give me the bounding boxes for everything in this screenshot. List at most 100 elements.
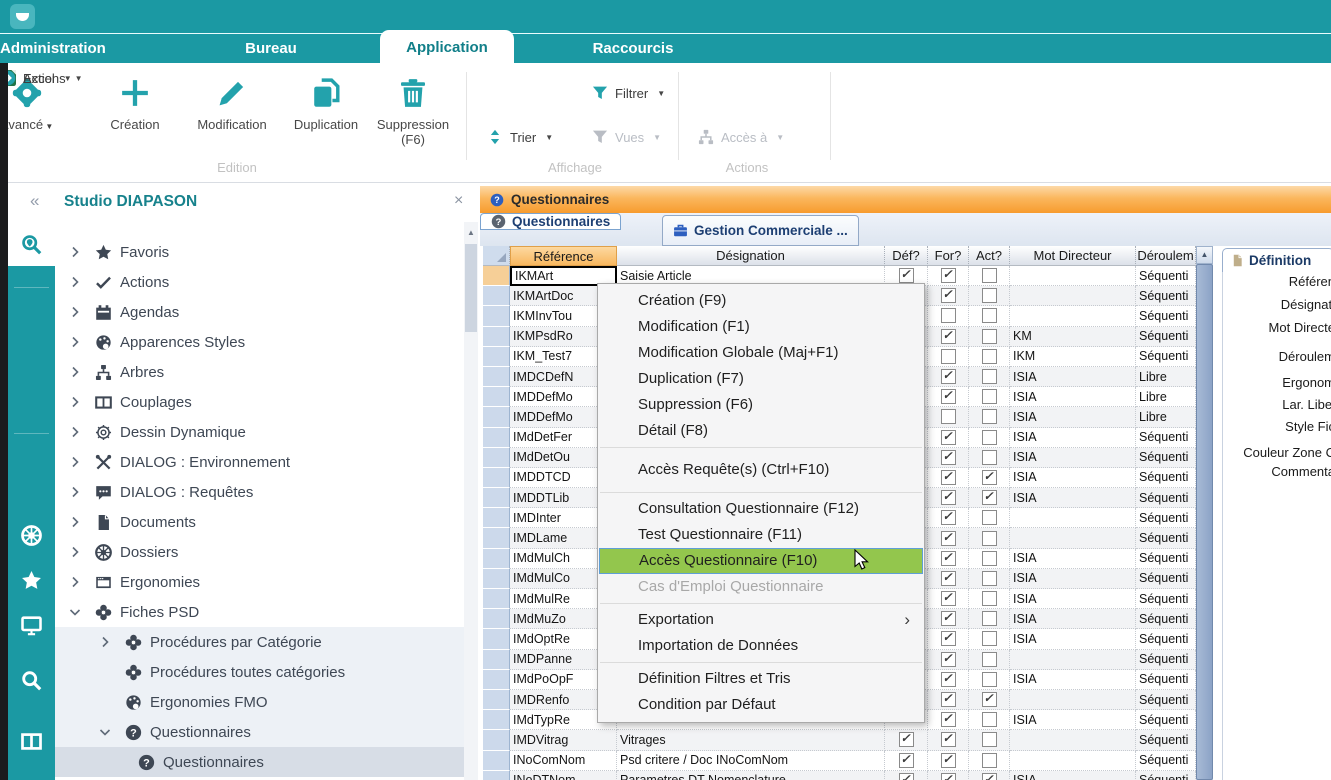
cell-for[interactable] — [928, 327, 969, 347]
ribbon-small-button[interactable]: Vues — [592, 122, 661, 152]
checkbox[interactable] — [941, 551, 956, 566]
row-selector[interactable] — [483, 710, 510, 730]
cell-deroulement[interactable]: Séquenti — [1136, 488, 1196, 508]
tree-item[interactable]: Actions — [55, 267, 464, 297]
checkbox[interactable] — [941, 510, 956, 525]
cell-deroulement[interactable]: Séquenti — [1136, 528, 1196, 548]
context-menu-item[interactable] — [600, 662, 922, 663]
cell-mot-directeur[interactable]: ISIA — [1010, 710, 1136, 730]
cell-deroulement[interactable]: Séquenti — [1136, 751, 1196, 771]
row-selector[interactable] — [483, 609, 510, 629]
cell-mot-directeur[interactable]: ISIA — [1010, 589, 1136, 609]
checkbox[interactable] — [941, 288, 956, 303]
context-menu-item[interactable]: Condition par Défaut — [598, 692, 924, 718]
row-selector[interactable] — [483, 589, 510, 609]
row-selector[interactable] — [483, 367, 510, 387]
cell-mot-directeur[interactable] — [1010, 266, 1136, 286]
cell-act[interactable] — [969, 528, 1010, 548]
checkbox[interactable] — [941, 409, 956, 424]
cell-mot-directeur[interactable]: ISIA — [1010, 468, 1136, 488]
checkbox[interactable] — [941, 692, 956, 707]
column-header-reference[interactable]: Référence — [510, 246, 617, 266]
cell-act[interactable] — [969, 771, 1010, 780]
checkbox[interactable] — [982, 753, 997, 768]
tree-item[interactable]: Procédures toutes catégories — [55, 657, 464, 687]
scrollbar-thumb[interactable] — [1196, 264, 1213, 780]
cell-deroulement[interactable]: Séquenti — [1136, 730, 1196, 750]
cell-for[interactable] — [928, 468, 969, 488]
table-row[interactable]: INoComNom Psd critere / Doc INoComNom Sé… — [483, 751, 1196, 771]
ribbon-tab[interactable]: Bureau — [206, 34, 336, 63]
cell-def[interactable] — [885, 751, 928, 771]
cell-deroulement[interactable]: Séquenti — [1136, 609, 1196, 629]
cell-for[interactable] — [928, 629, 969, 649]
scroll-up-icon[interactable]: ▲ — [1196, 246, 1213, 264]
table-row[interactable]: INoDTNom Parametres DT Nomenclature ISIA… — [483, 771, 1196, 780]
cell-for[interactable] — [928, 609, 969, 629]
rail-button[interactable] — [8, 709, 55, 773]
tree-item[interactable]: Fiches PSD — [55, 597, 464, 627]
cell-act[interactable] — [969, 609, 1010, 629]
chevron-right-icon[interactable] — [66, 305, 84, 319]
cell-deroulement[interactable]: Séquenti — [1136, 629, 1196, 649]
cell-for[interactable] — [928, 488, 969, 508]
row-selector[interactable] — [483, 549, 510, 569]
checkbox[interactable] — [982, 329, 997, 344]
checkbox[interactable] — [982, 773, 997, 780]
cell-deroulement[interactable]: Libre — [1136, 387, 1196, 407]
checkbox[interactable] — [941, 753, 956, 768]
cell-act[interactable] — [969, 367, 1010, 387]
cell-deroulement[interactable]: Séquenti — [1136, 549, 1196, 569]
context-menu-item[interactable]: Création (F9) — [598, 288, 924, 314]
cell-mot-directeur[interactable] — [1010, 730, 1136, 750]
checkbox[interactable] — [941, 652, 956, 667]
tree-chevron-icon[interactable] — [96, 665, 114, 679]
chevron-right-icon[interactable] — [66, 575, 84, 589]
cell-mot-directeur[interactable] — [1010, 508, 1136, 528]
chevron-right-icon[interactable] — [66, 395, 84, 409]
cell-mot-directeur[interactable]: ISIA — [1010, 367, 1136, 387]
checkbox[interactable] — [941, 450, 956, 465]
tree-item[interactable]: Agendas — [55, 297, 464, 327]
checkbox[interactable] — [982, 288, 997, 303]
tree-item[interactable]: DIALOG : Environnement — [55, 447, 464, 477]
cell-for[interactable] — [928, 266, 969, 286]
cell-for[interactable] — [928, 428, 969, 448]
tree-item[interactable]: Favoris — [55, 237, 464, 267]
context-menu-item[interactable]: Consultation Questionnaire (F12) — [598, 496, 924, 522]
row-selector[interactable] — [483, 629, 510, 649]
tree-item[interactable]: Apparences Styles — [55, 327, 464, 357]
checkbox[interactable] — [941, 349, 956, 364]
cell-for[interactable] — [928, 569, 969, 589]
checkbox[interactable] — [982, 611, 997, 626]
cell-deroulement[interactable]: Séquenti — [1136, 690, 1196, 710]
row-selector[interactable] — [483, 387, 510, 407]
checkbox[interactable] — [941, 389, 956, 404]
cell-act[interactable] — [969, 488, 1010, 508]
cell-for[interactable] — [928, 528, 969, 548]
cell-act[interactable] — [969, 589, 1010, 609]
cell-deroulement[interactable]: Séquenti — [1136, 589, 1196, 609]
cell-for[interactable] — [928, 549, 969, 569]
checkbox[interactable] — [941, 591, 956, 606]
chevron-right-icon[interactable] — [66, 485, 84, 499]
row-selector[interactable] — [483, 508, 510, 528]
ribbon-tab[interactable]: Raccourcis — [540, 34, 726, 63]
ribbon-small-button[interactable]: Trier — [487, 122, 553, 152]
checkbox[interactable] — [941, 712, 956, 727]
row-selector[interactable] — [483, 286, 510, 306]
cell-mot-directeur[interactable] — [1010, 650, 1136, 670]
checkbox[interactable] — [941, 531, 956, 546]
cell-deroulement[interactable]: Séquenti — [1136, 347, 1196, 367]
cell-mot-directeur[interactable]: ISIA — [1010, 670, 1136, 690]
cell-def[interactable] — [885, 730, 928, 750]
ribbon-tab[interactable]: Application — [380, 30, 514, 63]
cell-mot-directeur[interactable]: ISIA — [1010, 569, 1136, 589]
ribbon-tab[interactable]: Administration — [0, 34, 106, 63]
cell-deroulement[interactable]: Séquenti — [1136, 468, 1196, 488]
chevron-right-icon[interactable] — [66, 335, 84, 349]
chevron-down-icon[interactable] — [66, 605, 84, 619]
cell-mot-directeur[interactable]: ISIA — [1010, 428, 1136, 448]
cell-mot-directeur[interactable]: ISIA — [1010, 448, 1136, 468]
context-menu-item[interactable] — [600, 492, 922, 493]
